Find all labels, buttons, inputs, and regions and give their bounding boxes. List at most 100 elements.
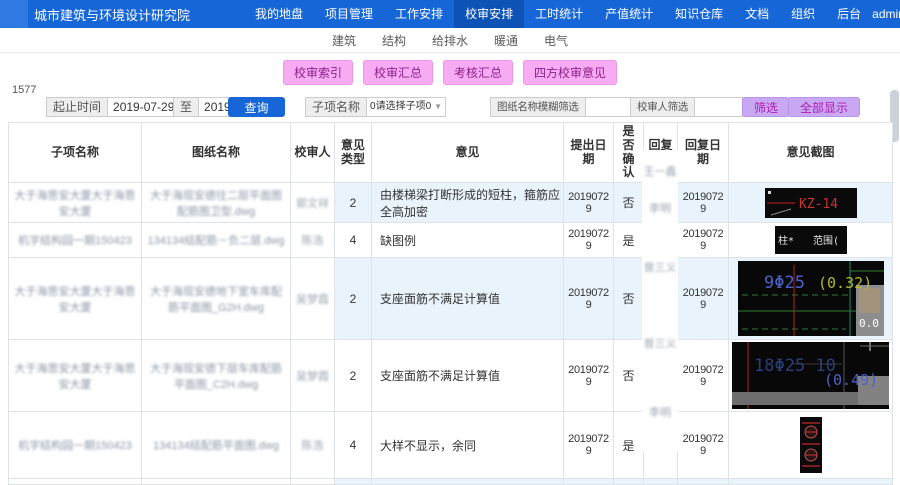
main-nav: 我的地盘 项目管理 工作安排 校审安排 工时统计 产值统计 知识仓库 文档 组织… (244, 0, 872, 28)
date-from-input[interactable]: 2019-07-29 (108, 97, 174, 117)
table-header-row: 子项名称 图纸名称 校审人 意见类型 意见 提出日期 是否确认 回复人 回复日期… (9, 123, 893, 183)
drawing-name: 134134结配筋平面图.dwg (153, 440, 279, 452)
table-row: 大于海思安大厦大于海思安大厦 大于海现安德下层车库配筋平面图_C2H.dwg 吴… (9, 340, 893, 412)
show-all-button[interactable]: 全部显示 (788, 97, 860, 117)
drawing-filter-group: 图纸名称模糊筛选 (490, 97, 634, 117)
confirmed-flag: 否 (614, 258, 644, 340)
drawing-name: 大于海现安德地下室车库配筋平面图_G2H.dwg (150, 286, 282, 314)
subproject-select[interactable]: 0请选择子项0▼ (367, 97, 446, 117)
nav-item-hours-stats[interactable]: 工时统计 (524, 0, 594, 28)
reply-date: 20190729 (678, 412, 729, 479)
reply-date: 20190729 (678, 183, 729, 223)
table-row: 大于海思安大厦大于海思安大厦 大于海现安德往二层平面图配筋图卫型.dwg 郭文祥… (9, 183, 893, 223)
nav-item-admin-backend[interactable]: 后台 (826, 0, 872, 28)
col-header-subproject: 子项名称 (9, 123, 142, 183)
confirmed-flag: 是 (614, 412, 644, 479)
subproject-name: 大于海思安大厦大于海思安大厦 (15, 190, 136, 218)
replier-name: 李明 (642, 200, 678, 216)
four-party-review-button[interactable]: 四方校审意见 (523, 60, 617, 85)
subproject-name: 大于海思安大厦大于海思安大厦 (15, 286, 136, 314)
record-count: 1577 (12, 84, 36, 96)
opinion-text: 缺图例 (372, 223, 564, 258)
confirmed-flag: 否 (614, 340, 644, 412)
drawing-name: 大于海现安德下层车库配筋平面图_C2H.dwg (150, 363, 282, 391)
nav-item-output-stats[interactable]: 产值统计 (594, 0, 664, 28)
reply-date: 20190729 (678, 223, 729, 258)
nav-item-knowledge-base[interactable]: 知识仓库 (664, 0, 734, 28)
filter-button[interactable]: 筛选 (742, 97, 790, 117)
submit-date: 20190729 (564, 183, 614, 223)
subproject-label: 子项名称 (305, 97, 367, 117)
replier-name: 王一鑫 (642, 163, 678, 179)
opinion-type: 2 (335, 340, 372, 412)
nav-item-work-schedule[interactable]: 工作安排 (384, 0, 454, 28)
reviewer-filter-input[interactable] (695, 97, 743, 117)
tab-plumbing[interactable]: 给排水 (432, 32, 468, 49)
opinion-text: 由楼梯梁打断形成的短柱，箍筋应全高加密 (372, 183, 564, 223)
opinion-text: 支座面筋不满足计算值 (372, 258, 564, 340)
reviewer-name: 陈浩 (302, 235, 324, 247)
top-navbar: 城市建筑与环境设计研究院 我的地盘 项目管理 工作安排 校审安排 工时统计 产值… (0, 0, 900, 28)
reply-date: 20190729 (678, 258, 729, 340)
col-header-reply-date: 回复日期 (678, 123, 729, 183)
cad-label: KZ-14 (799, 197, 838, 212)
cad-label: 柱* (778, 234, 794, 247)
submit-date: 20190729 (564, 412, 614, 479)
opinion-screenshot-rebar1[interactable]: 0.0 9Φ25 (0.32) (738, 261, 884, 336)
nav-item-my-space[interactable]: 我的地盘 (244, 0, 314, 28)
review-summary-button[interactable]: 校审汇总 (363, 60, 433, 85)
cad-ratio-label: (0.32) (818, 274, 872, 292)
opinion-type: 4 (335, 223, 372, 258)
tab-structure[interactable]: 结构 (382, 32, 406, 49)
table-row: 机字结构园一期150423 134134结配筋平面图.dwg 陈浩 4 大样不显… (9, 412, 893, 479)
cad-label: 范围( (813, 234, 839, 247)
replier-name: 曾三义 (642, 259, 678, 275)
nav-item-org[interactable]: 组织 (780, 0, 826, 28)
reviewer-filter-group: 校审人筛选 (630, 97, 743, 117)
user-name: admin (872, 7, 900, 21)
tab-electrical[interactable]: 电气 (544, 32, 568, 49)
filter-bar: 起止时间 2019-07-29 至 2019-07-29 查询 子项名称 0请选… (0, 97, 900, 117)
menu-toggle-icon[interactable] (0, 0, 28, 28)
subproject-name: 机字结构园一期150423 (18, 235, 132, 247)
confirmed-flag: 否 (614, 183, 644, 223)
tab-hvac[interactable]: 暖通 (494, 32, 518, 49)
subproject-name: 大于海思安大厦大于海思安大厦 (15, 363, 136, 391)
action-buttons-row: 校审索引 校审汇总 考核汇总 四方校审意见 (0, 60, 900, 85)
app-title: 城市建筑与环境设计研究院 (34, 5, 190, 24)
reviewer-name: 陈浩 (302, 440, 324, 452)
search-button[interactable]: 查询 (228, 97, 285, 117)
user-menu[interactable]: admin▼ (872, 7, 900, 21)
confirmed-flag: 是 (614, 223, 644, 258)
drawing-filter-label: 图纸名称模糊筛选 (490, 97, 586, 117)
opinion-screenshot-kz14[interactable]: KZ-14 (765, 188, 857, 218)
review-index-button[interactable]: 校审索引 (283, 60, 353, 85)
assessment-summary-button[interactable]: 考核汇总 (443, 60, 513, 85)
nav-item-project-mgmt[interactable]: 项目管理 (314, 0, 384, 28)
cad-value: 0.0 (859, 317, 879, 330)
opinion-screenshot-legend[interactable]: 柱* 范围( (775, 226, 847, 254)
col-header-drawing: 图纸名称 (142, 123, 291, 183)
reviewer-name: 郭文祥 (296, 198, 329, 210)
date-range-label: 起止时间 (46, 97, 108, 117)
subproject-selected-value: 0请选择子项0 (370, 98, 431, 116)
opinion-text: 大样不显示，余同 (372, 412, 564, 479)
table-row: 大于海思安大厦大于海思安大厦 大于海现安德地下室车库配筋平面图_G2H.dwg … (9, 258, 893, 340)
opinion-screenshot-rebar2[interactable]: 18Φ25 10 (0.49) (732, 342, 889, 409)
replier-column-overlay: 王一鑫 李明 曾三义 曾三义 李明 (642, 150, 678, 451)
opinion-screenshot-detail[interactable] (800, 417, 822, 473)
col-header-date: 提出日期 (564, 123, 614, 183)
drawing-filter-input[interactable] (586, 97, 634, 117)
table-row (9, 479, 893, 485)
replier-name: 曾三义 (642, 335, 678, 351)
submit-date: 20190729 (564, 258, 614, 340)
chevron-down-icon: ▼ (434, 98, 442, 116)
nav-item-docs[interactable]: 文档 (734, 0, 780, 28)
nav-item-review-schedule[interactable]: 校审安排 (454, 0, 524, 28)
reviewer-filter-label: 校审人筛选 (630, 97, 695, 117)
date-to-label: 至 (174, 97, 199, 117)
col-header-opinion: 意见 (372, 123, 564, 183)
subproject-group: 子项名称 0请选择子项0▼ (305, 97, 446, 117)
submit-date: 20190729 (564, 223, 614, 258)
tab-architecture[interactable]: 建筑 (332, 32, 356, 49)
